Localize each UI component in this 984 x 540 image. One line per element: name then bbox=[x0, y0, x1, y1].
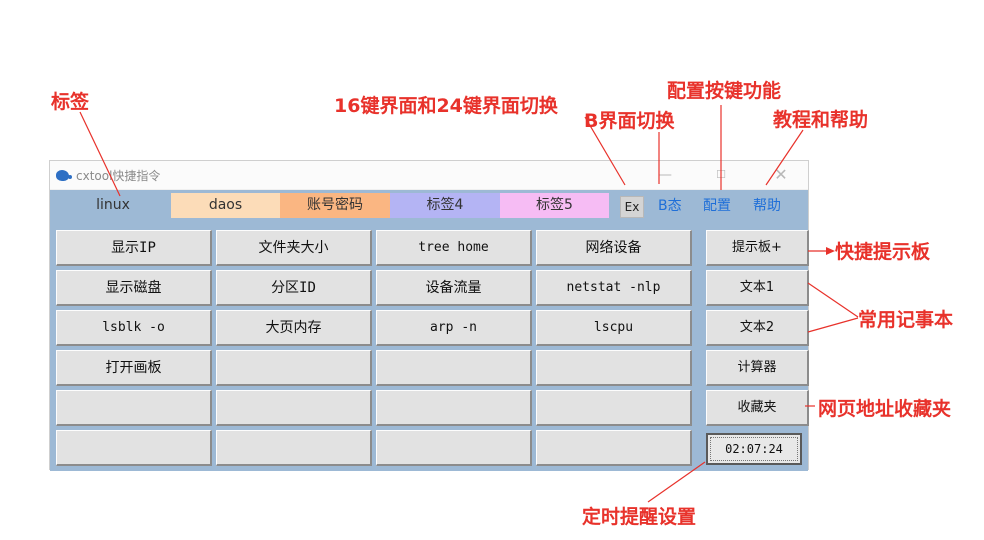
hint-board-button[interactable]: 提示板+ bbox=[706, 230, 809, 266]
cmd-button[interactable] bbox=[536, 390, 692, 426]
cmd-button[interactable] bbox=[56, 430, 212, 466]
cmd-button[interactable]: lscpu bbox=[536, 310, 692, 346]
text1-button[interactable]: 文本1 bbox=[706, 270, 809, 306]
help-button[interactable]: 帮助 bbox=[753, 195, 781, 215]
close-button[interactable]: ✕ bbox=[766, 165, 796, 185]
annotation-tutorial: 教程和帮助 bbox=[773, 109, 869, 131]
favorites-button[interactable]: 收藏夹 bbox=[706, 390, 809, 426]
tab-bar: linux daos 账号密码 标签4 标签5 Ex B态 配置 帮助 bbox=[50, 190, 808, 222]
cmd-button[interactable] bbox=[216, 350, 372, 386]
cmd-button[interactable] bbox=[536, 430, 692, 466]
annotation-b-switch: B界面切换 bbox=[584, 110, 675, 132]
layout-switch-button[interactable]: Ex bbox=[620, 196, 644, 218]
cmd-button[interactable]: 打开画板 bbox=[56, 350, 212, 386]
cmd-button[interactable]: 分区ID bbox=[216, 270, 372, 306]
cmd-button[interactable]: 大页内存 bbox=[216, 310, 372, 346]
annotation-config-keys: 配置按键功能 bbox=[667, 80, 782, 102]
b-state-button[interactable]: B态 bbox=[658, 195, 682, 215]
cmd-button[interactable]: 设备流量 bbox=[376, 270, 532, 306]
maximize-button[interactable]: ☐ bbox=[706, 165, 736, 185]
title-bar: cxtool快捷指令 — ☐ ✕ bbox=[50, 161, 808, 189]
tab-linux[interactable]: linux bbox=[55, 193, 171, 218]
calculator-button[interactable]: 计算器 bbox=[706, 350, 809, 386]
annotation-hint-board: 快捷提示板 bbox=[835, 241, 931, 263]
clock-time: 02:07:24 bbox=[725, 442, 783, 456]
tab-label-4[interactable]: 标签4 bbox=[390, 193, 500, 218]
timer-clock-button[interactable]: 02:07:24 bbox=[706, 433, 802, 465]
minimize-button[interactable]: — bbox=[650, 165, 680, 185]
cxtool-window: cxtool快捷指令 — ☐ ✕ linux daos 账号密码 标签4 标签5… bbox=[49, 160, 809, 471]
cmd-button[interactable]: netstat -nlp bbox=[536, 270, 692, 306]
annotation-favorites: 网页地址收藏夹 bbox=[818, 398, 952, 420]
text2-button[interactable]: 文本2 bbox=[706, 310, 809, 346]
cmd-button[interactable] bbox=[376, 430, 532, 466]
cmd-button[interactable]: 显示磁盘 bbox=[56, 270, 212, 306]
cmd-button[interactable] bbox=[216, 430, 372, 466]
cmd-button[interactable] bbox=[376, 350, 532, 386]
annotation-tabs: 标签 bbox=[51, 91, 90, 113]
cmd-button[interactable] bbox=[536, 350, 692, 386]
cmd-button[interactable]: arp -n bbox=[376, 310, 532, 346]
cmd-button[interactable]: tree home bbox=[376, 230, 532, 266]
tab-label-5[interactable]: 标签5 bbox=[500, 193, 609, 218]
cmd-button[interactable]: 文件夹大小 bbox=[216, 230, 372, 266]
cmd-button[interactable] bbox=[216, 390, 372, 426]
window-title: cxtool快捷指令 bbox=[76, 169, 161, 183]
tab-account-password[interactable]: 账号密码 bbox=[280, 193, 390, 218]
app-logo-icon bbox=[56, 170, 72, 181]
cmd-button[interactable]: 显示IP bbox=[56, 230, 212, 266]
annotation-switch-16-24: 16键界面和24键界面切换 bbox=[334, 95, 558, 117]
cmd-button[interactable]: 网络设备 bbox=[536, 230, 692, 266]
cmd-button[interactable] bbox=[56, 390, 212, 426]
annotation-timer: 定时提醒设置 bbox=[582, 506, 697, 528]
cmd-button[interactable]: lsblk -o bbox=[56, 310, 212, 346]
tab-daos[interactable]: daos bbox=[171, 193, 280, 218]
config-button[interactable]: 配置 bbox=[703, 195, 731, 215]
cmd-button[interactable] bbox=[376, 390, 532, 426]
annotation-notebook: 常用记事本 bbox=[858, 309, 954, 331]
